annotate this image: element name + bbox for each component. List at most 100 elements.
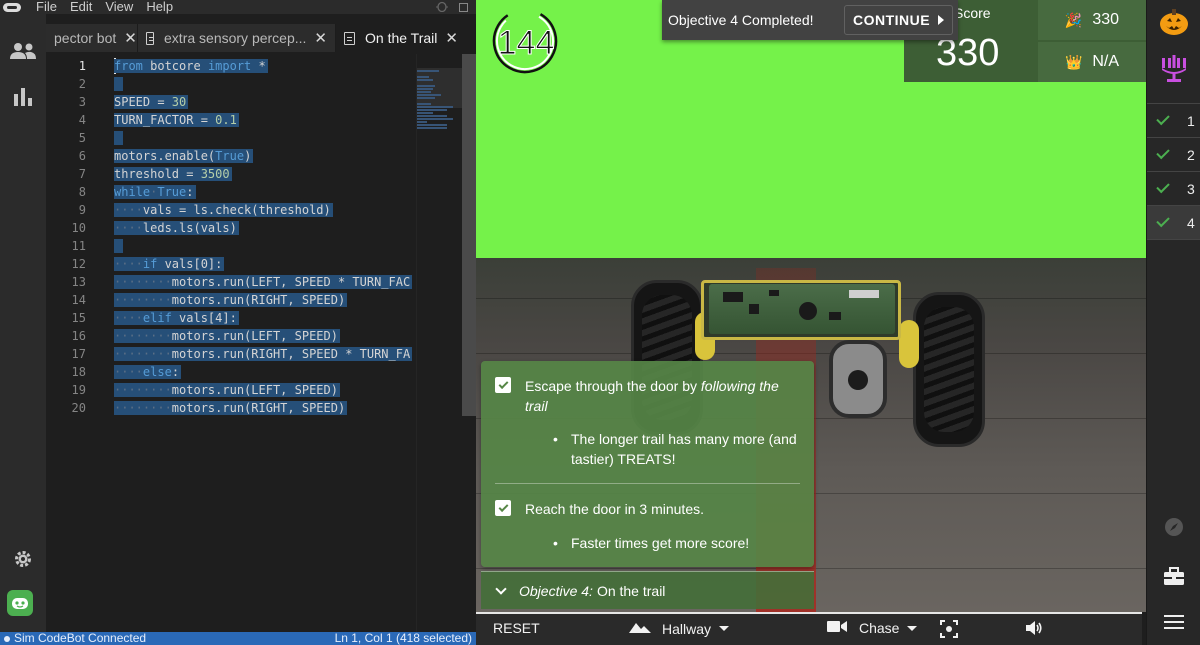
status-bar: Sim CodeBot Connected Ln 1, Col 1 (418 s… bbox=[0, 632, 476, 645]
menu-view[interactable]: View bbox=[105, 0, 133, 14]
code-minimap[interactable] bbox=[416, 54, 463, 632]
tab-label: pector bot bbox=[54, 30, 117, 46]
objective-text: Escape through the door by following the… bbox=[525, 378, 779, 414]
line-number: 1 bbox=[78, 59, 86, 73]
reset-button[interactable]: RESET bbox=[493, 620, 540, 636]
objective-hint: • The longer trail has many more (and ta… bbox=[553, 431, 797, 467]
tab-on-the-trail[interactable]: On the Trail ✕ bbox=[336, 24, 476, 52]
toolbox-icon[interactable] bbox=[1147, 566, 1200, 586]
score-label: Score bbox=[954, 5, 991, 21]
robot-circuit-board bbox=[709, 284, 895, 334]
right-wheel bbox=[913, 292, 985, 447]
focus-center-icon[interactable] bbox=[940, 620, 958, 638]
code-line: ····elif vals[4]: bbox=[114, 311, 239, 325]
activity-bar bbox=[0, 14, 46, 632]
objective-1-button[interactable]: 1 bbox=[1147, 104, 1200, 137]
candelabra-icon[interactable] bbox=[1147, 52, 1200, 84]
objective-item: Reach the door in 3 minutes. bbox=[495, 499, 800, 519]
line-number: 20 bbox=[71, 401, 86, 415]
compass-icon[interactable] bbox=[1147, 517, 1200, 537]
code-line: ····else: bbox=[114, 365, 182, 379]
line-number: 17 bbox=[71, 347, 86, 361]
codebot-avatar-icon[interactable] bbox=[7, 590, 33, 616]
code-line: ········motors.run(RIGHT, SPEED) bbox=[114, 401, 348, 415]
bug-icon[interactable] bbox=[435, 0, 449, 15]
check-icon bbox=[1156, 111, 1170, 126]
document-icon bbox=[344, 31, 355, 45]
close-icon[interactable]: ✕ bbox=[445, 29, 458, 47]
chevron-down-icon bbox=[495, 582, 507, 595]
objective-text: Reach the door in 3 minutes. bbox=[525, 501, 704, 517]
code-line bbox=[114, 129, 124, 147]
pumpkin-icon[interactable] bbox=[1147, 4, 1200, 38]
volume-icon[interactable] bbox=[1025, 620, 1043, 636]
play-icon bbox=[938, 15, 945, 25]
code-editor[interactable]: 1 2 3 4 5 6 7 8 9 10 11 12 13 14 15 16 1… bbox=[46, 54, 416, 632]
code-line: motors.enable(True) bbox=[114, 149, 254, 163]
objective-2-button[interactable]: 2 bbox=[1147, 138, 1200, 171]
menu-file[interactable]: File bbox=[36, 0, 57, 14]
gear-icon[interactable] bbox=[0, 544, 46, 574]
objective-completed-text: Objective 4 Completed! bbox=[668, 12, 814, 28]
editor-scrollbar[interactable] bbox=[462, 54, 476, 632]
code-line: ········motors.run(LEFT, SPEED) bbox=[114, 383, 340, 397]
tab-pector-bot[interactable]: pector bot ✕ bbox=[46, 24, 138, 52]
bar-chart-icon[interactable] bbox=[0, 82, 46, 112]
sim-control-bar: RESET Hallway Chase bbox=[476, 612, 1142, 645]
code-line: ········motors.run(RIGHT, SPEED * TURN_F… bbox=[114, 347, 413, 361]
caret-down-icon bbox=[719, 626, 730, 631]
simulator-viewport[interactable]: 144 Score 330 🎉 330 👑 N/A Objective 4 Co… bbox=[476, 0, 1146, 612]
line-number: 11 bbox=[71, 239, 86, 253]
hamburger-menu-icon[interactable] bbox=[1147, 614, 1200, 630]
objective-4-button[interactable]: 4 bbox=[1147, 206, 1200, 239]
connection-status[interactable]: Sim CodeBot Connected bbox=[4, 632, 146, 645]
crown-icon: 👑 bbox=[1064, 53, 1083, 70]
close-icon[interactable]: ✕ bbox=[124, 29, 137, 47]
line-number: 7 bbox=[78, 167, 86, 181]
robot-motor bbox=[829, 340, 887, 418]
code-line: ····if vals[0]: bbox=[114, 257, 225, 271]
cursor-position[interactable]: Ln 1, Col 1 (418 selected) bbox=[335, 632, 472, 645]
connection-status-text: Sim CodeBot Connected bbox=[14, 631, 147, 645]
wheel-hub bbox=[899, 320, 919, 368]
objective-hint: • Faster times get more score! bbox=[553, 535, 750, 551]
line-number: 9 bbox=[78, 203, 86, 217]
camera-select[interactable]: Chase bbox=[827, 620, 918, 636]
countdown-timer: 144 bbox=[483, 4, 569, 74]
best-score-value: 330 bbox=[1092, 11, 1120, 28]
code-line: ········motors.run(RIGHT, SPEED) bbox=[114, 293, 348, 307]
objectives-panel: Escape through the door by following the… bbox=[481, 361, 814, 567]
checkbox-checked-icon bbox=[495, 500, 511, 516]
scrollbar-thumb[interactable] bbox=[462, 54, 476, 416]
timer-value: 144 bbox=[497, 24, 555, 63]
editor-tab-bar: pector bot ✕ extra sensory percep... ✕ O… bbox=[46, 24, 476, 52]
objective-selector[interactable]: Objective 4: On the trail bbox=[481, 571, 814, 609]
continue-button[interactable]: CONTINUE bbox=[844, 5, 954, 35]
code-line bbox=[114, 237, 124, 255]
line-number: 6 bbox=[78, 149, 86, 163]
close-icon[interactable]: ✕ bbox=[314, 29, 327, 47]
tab-label: extra sensory percep... bbox=[164, 30, 307, 46]
code-line bbox=[114, 75, 124, 93]
code-line: ····leds.ls(vals) bbox=[114, 221, 239, 235]
line-number: 12 bbox=[71, 257, 86, 271]
line-number: 8 bbox=[78, 185, 86, 199]
menu-bar: File Edit View Help bbox=[0, 0, 476, 14]
menu-help[interactable]: Help bbox=[146, 0, 173, 14]
people-icon[interactable] bbox=[0, 36, 46, 66]
objective-3-button[interactable]: 3 bbox=[1147, 172, 1200, 205]
code-line: while·True: bbox=[114, 185, 196, 199]
code-line: SPEED = 30 bbox=[114, 95, 189, 109]
line-number: 5 bbox=[78, 131, 86, 145]
line-number: 14 bbox=[71, 293, 86, 307]
tab-extra-sensory[interactable]: extra sensory percep... ✕ bbox=[138, 24, 336, 52]
maximize-icon[interactable] bbox=[459, 2, 468, 12]
app-logo-icon bbox=[0, 0, 24, 14]
menu-edit[interactable]: Edit bbox=[70, 0, 92, 14]
line-number: 3 bbox=[78, 95, 86, 109]
best-time-value: N/A bbox=[1092, 53, 1120, 70]
check-icon bbox=[1156, 145, 1170, 160]
line-number: 15 bbox=[71, 311, 86, 325]
environment-select[interactable]: Hallway bbox=[628, 620, 730, 637]
caret-down-icon bbox=[907, 625, 918, 631]
